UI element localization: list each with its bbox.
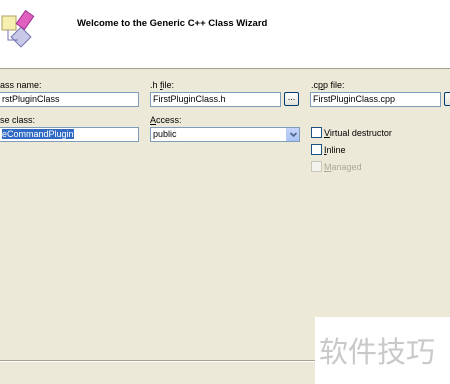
wizard-header: Welcome to the Generic C++ Class Wizard [0, 0, 450, 68]
base-class-field[interactable]: eCommandPlugin [0, 127, 139, 142]
class-name-field[interactable]: rstPluginClass [0, 92, 139, 107]
chevron-down-icon [289, 132, 298, 138]
page-title: Welcome to the Generic C++ Class Wizard [77, 18, 268, 29]
class-wizard-icon [1, 10, 35, 48]
watermark-graphic: 软件技巧 [319, 335, 435, 369]
access-selected-value: public [153, 129, 177, 139]
cpp-file-label: .cpp file: [311, 80, 345, 90]
access-label: Access: [150, 115, 182, 125]
managed-label: Managed [324, 162, 362, 172]
base-class-label: se class: [0, 115, 36, 125]
h-file-browse-button[interactable]: ... [284, 92, 299, 106]
cpp-file-field[interactable]: FirstPluginClass.cpp [310, 92, 441, 107]
dropdown-arrow-button[interactable] [286, 128, 299, 141]
virtual-destructor-checkbox[interactable] [311, 127, 322, 138]
h-file-field[interactable]: FirstPluginClass.h [150, 92, 281, 107]
h-file-label: .h file: [150, 80, 175, 90]
class-name-label: ass name: [0, 80, 42, 90]
watermark: 软件技巧 [315, 317, 450, 384]
managed-checkbox[interactable] [311, 161, 322, 172]
inline-label: Inline [324, 145, 346, 155]
inline-checkbox[interactable] [311, 144, 322, 155]
header-divider [0, 68, 450, 69]
cpp-file-browse-button[interactable] [444, 92, 450, 106]
access-dropdown[interactable]: public [150, 127, 300, 142]
virtual-destructor-label: Virtual destructor [324, 128, 392, 138]
watermark-text: 软件技巧 [319, 335, 435, 369]
